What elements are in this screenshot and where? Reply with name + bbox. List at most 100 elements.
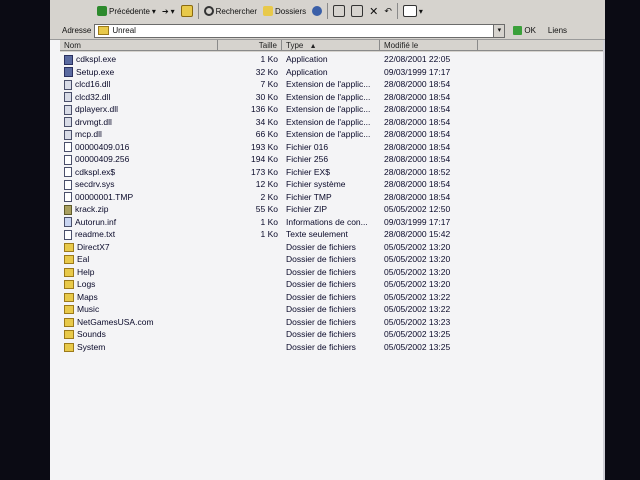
file-modified: 05/05/2002 13:22 <box>384 304 451 314</box>
folders-icon <box>263 6 274 16</box>
file-modified: 05/05/2002 13:20 <box>384 241 451 252</box>
dll-file-icon <box>64 104 72 115</box>
file-row[interactable]: Setup.exe 32 Ko Application 09/03/1999 17:1… <box>60 66 605 79</box>
folders-button[interactable]: Dossiers <box>260 2 309 20</box>
file-row[interactable]: Maps Dossier de fichiers 05/05/2002 13:22 <box>60 291 605 304</box>
file-name-cell: cdkspl.exe <box>64 53 116 66</box>
file-icon <box>64 192 72 202</box>
file-modified: 28/08/2000 18:54 <box>384 191 451 202</box>
chevron-down-icon: ▾ <box>170 6 175 16</box>
column-size[interactable]: Taille <box>218 40 282 51</box>
folders-label: Dossiers <box>275 6 307 16</box>
file-name: DirectX7 <box>77 241 110 252</box>
back-button[interactable]: Précédente ▾ <box>94 2 159 20</box>
file-name-cell: Setup.exe <box>64 66 114 79</box>
address-value: Unreal <box>112 26 136 35</box>
file-name-cell: cdkspl.ex$ <box>64 166 115 179</box>
file-type: Dossier de fichiers <box>286 266 356 277</box>
file-row[interactable]: cdkspl.ex$ 173 Ko Fichier EX$ 28/08/2000 18… <box>60 166 605 179</box>
file-row[interactable]: cdkspl.exe 1 Ko Application 22/08/2001 22:0… <box>60 53 605 66</box>
history-button[interactable] <box>309 2 325 20</box>
address-bar: Adresse Unreal ▾ OK Liens <box>50 22 605 40</box>
file-name: Autorun.inf <box>75 216 117 227</box>
address-dropdown-button[interactable]: ▾ <box>493 24 505 37</box>
file-row[interactable]: Logs Dossier de fichiers 05/05/2002 13:20 <box>60 278 605 291</box>
file-modified: 28/08/2000 18:54 <box>384 179 451 189</box>
file-row[interactable]: DirectX7 Dossier de fichiers 05/05/2002 13… <box>60 241 605 254</box>
file-row[interactable]: System Dossier de fichiers 05/05/2002 13:2… <box>60 341 605 354</box>
file-row[interactable]: 00000409.016 193 Ko Fichier 016 28/08/2000 … <box>60 141 605 154</box>
file-row[interactable]: Music Dossier de fichiers 05/05/2002 13:22 <box>60 303 605 316</box>
links-button[interactable]: Liens <box>548 26 567 35</box>
file-name: cdkspl.ex$ <box>75 166 116 177</box>
file-modified: 28/08/2000 18:54 <box>384 154 451 164</box>
file-row[interactable]: Autorun.inf 1 Ko Informations de con... 09/… <box>60 216 605 229</box>
file-name: clcd16.dll <box>75 79 111 89</box>
file-row[interactable]: Help Dossier de fichiers 05/05/2002 13:20 <box>60 266 605 279</box>
forward-button[interactable]: ➔ ▾ <box>159 2 178 20</box>
file-row[interactable]: clcd32.dll 30 Ko Extension de l'applic... 2… <box>60 91 605 104</box>
file-size: 1 Ko <box>260 54 279 64</box>
file-size: 30 Ko <box>255 91 278 102</box>
forward-arrow-icon: ➔ <box>161 6 169 16</box>
file-size: 1 Ko <box>260 229 279 239</box>
file-row[interactable]: NetGamesUSA.com Dossier de fichiers 05/05/… <box>60 316 605 329</box>
file-name-cell: DirectX7 <box>64 241 110 254</box>
file-modified: 05/05/2002 13:22 <box>384 291 451 302</box>
file-row[interactable]: Eal Dossier de fichiers 05/05/2002 13:20 <box>60 253 605 266</box>
folder-icon <box>64 292 74 302</box>
file-row[interactable]: 00000409.256 194 Ko Fichier 256 28/08/2000 … <box>60 153 605 166</box>
settings-file-icon <box>64 217 72 227</box>
column-modified[interactable]: Modifié le <box>380 40 478 51</box>
file-icon <box>64 154 72 165</box>
file-row[interactable]: clcd16.dll 7 Ko Extension de l'applic... 28… <box>60 78 605 91</box>
file-row[interactable]: Sounds Dossier de fichiers 05/05/2002 13:2… <box>60 328 605 341</box>
file-row[interactable]: dplayerx.dll 136 Ko Extension de l'applic.… <box>60 103 605 116</box>
file-row[interactable]: mcp.dll 66 Ko Extension de l'applic... 28/0… <box>60 128 605 141</box>
file-row[interactable]: secdrv.sys 12 Ko Fichier système 28/08/2000… <box>60 178 605 191</box>
file-modified: 28/08/2000 18:54 <box>384 79 451 89</box>
column-name[interactable]: Nom <box>60 40 218 51</box>
file-modified: 05/05/2002 12:50 <box>384 204 451 214</box>
undo-button[interactable]: ↶ <box>381 2 395 20</box>
delete-button[interactable]: ✕ <box>366 2 381 20</box>
file-type: Dossier de fichiers <box>286 254 356 264</box>
application-icon <box>64 67 73 77</box>
file-row[interactable]: drvmgt.dll 34 Ko Extension de l'applic... 2… <box>60 116 605 129</box>
file-row[interactable]: readme.txt 1 Ko Texte seulement 28/08/2000 … <box>60 228 605 241</box>
dll-file-icon <box>64 129 72 140</box>
file-name: Logs <box>77 279 96 289</box>
file-size: 32 Ko <box>255 66 278 77</box>
file-type: Dossier de fichiers <box>286 329 356 339</box>
go-button[interactable]: OK <box>513 26 536 35</box>
explorer-window: Précédente ▾ ➔ ▾ Rechercher Dossiers ✕ ↶… <box>50 0 605 480</box>
move-to-button[interactable] <box>330 2 348 20</box>
file-name: 00000409.256 <box>75 154 130 164</box>
folder-icon <box>64 330 74 339</box>
folder-icon <box>64 280 74 289</box>
search-button[interactable]: Rechercher <box>201 2 260 20</box>
toolbar-divider <box>197 3 199 19</box>
file-type: Fichier système <box>286 179 346 189</box>
file-modified: 05/05/2002 13:20 <box>384 254 451 264</box>
file-name: clcd32.dll <box>75 91 111 102</box>
views-button[interactable]: ▾ <box>400 2 426 20</box>
file-size: 2 Ko <box>260 191 279 202</box>
file-type: Extension de l'applic... <box>286 79 371 89</box>
file-type: Dossier de fichiers <box>286 241 356 252</box>
address-input[interactable]: Unreal ▾ <box>94 23 506 38</box>
file-name-cell: readme.txt <box>64 228 115 241</box>
copy-to-button[interactable] <box>348 2 366 20</box>
file-name-cell: 00000409.256 <box>64 153 129 166</box>
file-name-cell: Music <box>64 303 99 316</box>
address-label: Adresse <box>62 26 92 35</box>
file-row[interactable]: 00000001.TMP 2 Ko Fichier TMP 28/08/2000 18… <box>60 191 605 204</box>
up-folder-button[interactable] <box>178 2 196 20</box>
folder-icon <box>64 317 74 327</box>
file-name-cell: secdrv.sys <box>64 178 115 191</box>
file-row[interactable]: krack.zip 55 Ko Fichier ZIP 05/05/2002 12:5… <box>60 203 605 216</box>
file-name-cell: Maps <box>64 291 98 304</box>
search-icon <box>203 6 214 16</box>
file-name-cell: drvmgt.dll <box>64 116 112 129</box>
column-type[interactable]: Type ▲ <box>282 40 380 51</box>
